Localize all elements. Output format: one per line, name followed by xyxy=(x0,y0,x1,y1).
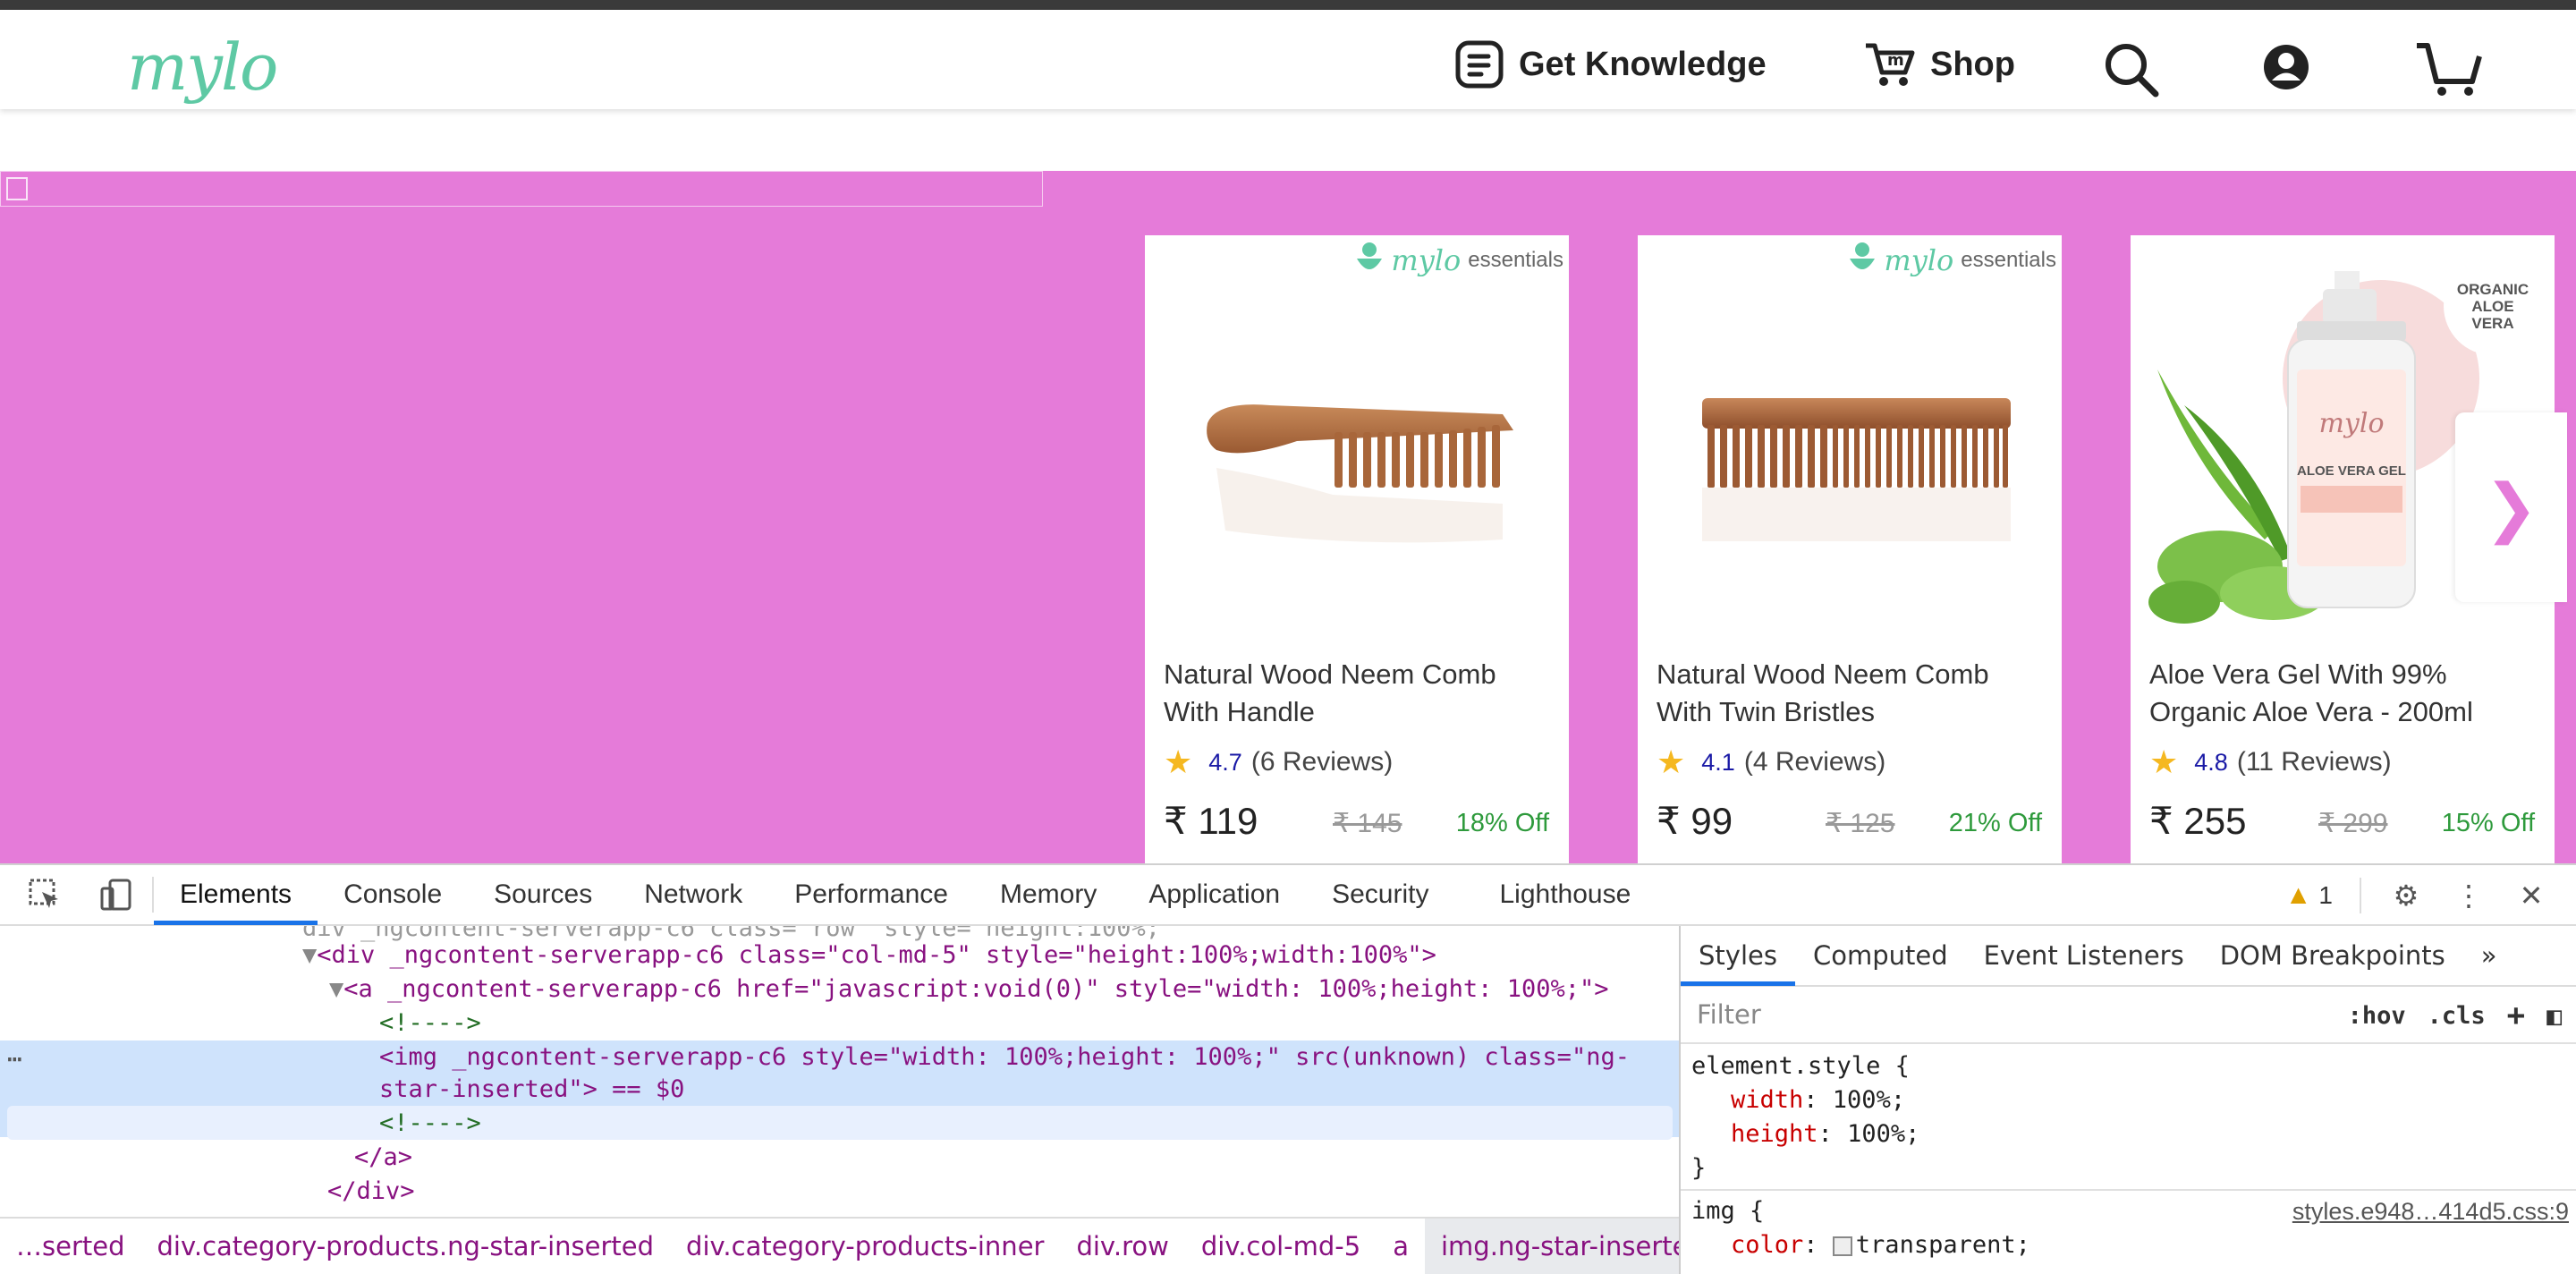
product-mrp: ₹ 299 xyxy=(2318,809,2388,838)
book-icon xyxy=(1454,39,1504,89)
svg-text:m: m xyxy=(1887,51,1904,70)
dom-line-div[interactable]: ▼<div _ngcontent-serverapp-c6 class="col… xyxy=(302,939,1436,972)
style-declaration[interactable]: height: 100%; xyxy=(1691,1117,2565,1151)
dom-line-comment[interactable]: <!----> xyxy=(379,1107,481,1141)
tab-lighthouse[interactable]: Lighthouse xyxy=(1454,864,1657,925)
dom-tree[interactable]: div _ngcontent-serverapp-c6 class="row" … xyxy=(0,926,1679,1212)
breadcrumb-item[interactable]: a xyxy=(1377,1231,1425,1261)
discount-label: 15% Off xyxy=(2441,809,2535,837)
nav-get-knowledge-label: Get Knowledge xyxy=(1519,45,1767,83)
discount-label: 18% Off xyxy=(1455,809,1549,837)
tab-network[interactable]: Network xyxy=(618,864,768,925)
tab-elements[interactable]: Elements xyxy=(154,864,318,925)
img-rule-selector: img { xyxy=(1691,1197,1765,1225)
tab-event-listeners[interactable]: Event Listeners xyxy=(1966,925,2202,986)
mylo-logo[interactable]: mylo xyxy=(127,30,278,105)
broken-image-icon xyxy=(6,177,28,200)
styles-pane: Styles Computed Event Listeners DOM Brea… xyxy=(1679,926,2576,1274)
tab-security[interactable]: Security xyxy=(1306,864,1454,925)
user-icon[interactable] xyxy=(2263,44,2309,94)
star-icon: ★ xyxy=(1164,743,1193,780)
product-price: ₹ 255 xyxy=(2149,800,2247,842)
cart-icon[interactable] xyxy=(2415,40,2483,101)
breadcrumb-item[interactable]: div.row xyxy=(1060,1231,1184,1261)
close-icon[interactable]: ✕ xyxy=(2513,878,2549,913)
product-card[interactable]: mylo essentials Natural Wood Neem Comb Wi… xyxy=(1145,235,1569,863)
breadcrumb-item[interactable]: …serted xyxy=(0,1231,141,1261)
wooden-comb-handle-image xyxy=(1207,404,1513,543)
product-mrp: ₹ 125 xyxy=(1826,809,1895,838)
color-swatch-icon[interactable] xyxy=(1832,1236,1852,1256)
tab-memory[interactable]: Memory xyxy=(974,864,1123,925)
dom-line-img[interactable]: <img _ngcontent-serverapp-c6 style="widt… xyxy=(379,1040,1630,1074)
organic-aloe-vera-badge: ORGANIC ALOE VERA xyxy=(2444,257,2542,355)
devtools-tabbar: Elements Console Sources Network Perform… xyxy=(0,865,2576,926)
dom-line-comment[interactable]: <!----> xyxy=(379,1006,481,1040)
breadcrumb-item[interactable]: div.category-products-inner xyxy=(670,1231,1060,1261)
dom-line-close-a[interactable]: </a> xyxy=(354,1141,412,1175)
tab-dom-breakpoints[interactable]: DOM Breakpoints xyxy=(2202,925,2463,986)
product-rating: ★ 4.1 (4 Reviews) xyxy=(1657,743,1886,780)
product-rating: ★ 4.7 (6 Reviews) xyxy=(1164,743,1394,780)
product-card[interactable]: mylo essentials Natural Wood Neem Comb Wi… xyxy=(1638,235,2062,863)
tab-performance[interactable]: Performance xyxy=(768,864,974,925)
dom-line-a[interactable]: ▼<a _ngcontent-serverapp-c6 href="javasc… xyxy=(329,972,1608,1006)
svg-text:mylo: mylo xyxy=(2318,408,2384,439)
product-name[interactable]: Natural Wood Neem Comb With Handle xyxy=(1164,656,1557,731)
breadcrumb: …serted div.category-products.ng-star-in… xyxy=(0,1217,1679,1274)
warnings-counter[interactable]: ▲ 1 xyxy=(2285,880,2333,911)
add-rule-icon[interactable]: + xyxy=(2507,998,2525,1033)
dom-line-close-div[interactable]: </div> xyxy=(327,1175,415,1209)
device-toolbar-icon[interactable] xyxy=(98,877,134,913)
tab-application[interactable]: Application xyxy=(1123,864,1306,925)
breadcrumb-item-selected[interactable]: img.ng-star-inserted xyxy=(1424,1219,1679,1274)
breadcrumb-item[interactable]: div.col-md-5 xyxy=(1185,1231,1377,1261)
hov-toggle[interactable]: :hov xyxy=(2348,1002,2406,1030)
tab-computed[interactable]: Computed xyxy=(1795,925,1966,986)
nav-shop-label: Shop xyxy=(1930,45,2015,83)
breadcrumb-item[interactable]: div.category-products.ng-star-inserted xyxy=(141,1231,671,1261)
warning-icon: ▲ xyxy=(2284,880,2312,910)
discount-label: 21% Off xyxy=(1948,809,2042,837)
broken-image-placeholder[interactable] xyxy=(0,171,1043,207)
more-tabs-icon[interactable]: » xyxy=(2463,925,2515,986)
search-icon[interactable] xyxy=(2104,42,2159,101)
product-rating: ★ 4.8 (11 Reviews) xyxy=(2149,743,2392,780)
product-image[interactable]: mylo essentials xyxy=(1638,235,2062,647)
element-style-selector: element.style { xyxy=(1691,1052,1910,1080)
wooden-comb-twin-image xyxy=(1702,398,2011,541)
tab-console[interactable]: Console xyxy=(318,864,468,925)
star-icon: ★ xyxy=(1657,743,1686,780)
style-declaration[interactable]: width: 100%; xyxy=(1691,1083,2565,1117)
browser-top-strip xyxy=(0,0,2576,10)
category-banner: mylo essentials Natural Wood Neem Comb Wi… xyxy=(0,171,2576,863)
style-declaration[interactable]: color: transparent; xyxy=(1691,1228,2565,1262)
product-mrp: ₹ 145 xyxy=(1333,809,1402,838)
gear-icon[interactable]: ⚙ xyxy=(2388,878,2424,913)
product-name[interactable]: Natural Wood Neem Comb With Twin Bristle… xyxy=(1657,656,2050,731)
site-header: mylo Get Knowledge m Shop xyxy=(0,10,2576,109)
cls-toggle[interactable]: .cls xyxy=(2428,1002,2486,1030)
star-icon: ★ xyxy=(2149,743,2179,780)
cart-m-icon: m xyxy=(1864,40,1916,89)
tab-styles[interactable]: Styles xyxy=(1681,925,1795,986)
toggle-sidebar-icon[interactable]: ◧ xyxy=(2546,1001,2562,1031)
nav-get-knowledge[interactable]: Get Knowledge xyxy=(1454,39,1767,89)
inspect-element-icon[interactable] xyxy=(27,877,63,913)
style-rules: element.style { width: 100%; height: 100… xyxy=(1681,1044,2576,1268)
dom-line-img-cont[interactable]: star-inserted"> == $0 xyxy=(379,1073,684,1107)
styles-tabbar: Styles Computed Event Listeners DOM Brea… xyxy=(1681,926,2576,987)
bottle-label: ALOE VERA GEL xyxy=(2297,463,2406,479)
stylesheet-link[interactable]: styles.e948…414d5.css:9 xyxy=(2292,1194,2569,1228)
tab-sources[interactable]: Sources xyxy=(468,864,618,925)
product-image[interactable]: mylo essentials xyxy=(1145,235,1569,647)
rule-close: } xyxy=(1691,1154,1707,1182)
styles-filter-input[interactable]: Filter :hov .cls + ◧ xyxy=(1681,987,2576,1044)
more-menu-icon[interactable]: ⋮ xyxy=(2451,878,2487,913)
carousel-next-button[interactable]: ❯ xyxy=(2455,412,2567,602)
product-price: ₹ 119 xyxy=(1164,800,1258,842)
nav-shop[interactable]: m Shop xyxy=(1864,42,2015,87)
product-price: ₹ 99 xyxy=(1657,800,1733,842)
product-name[interactable]: Aloe Vera Gel With 99% Organic Aloe Vera… xyxy=(2149,656,2543,731)
